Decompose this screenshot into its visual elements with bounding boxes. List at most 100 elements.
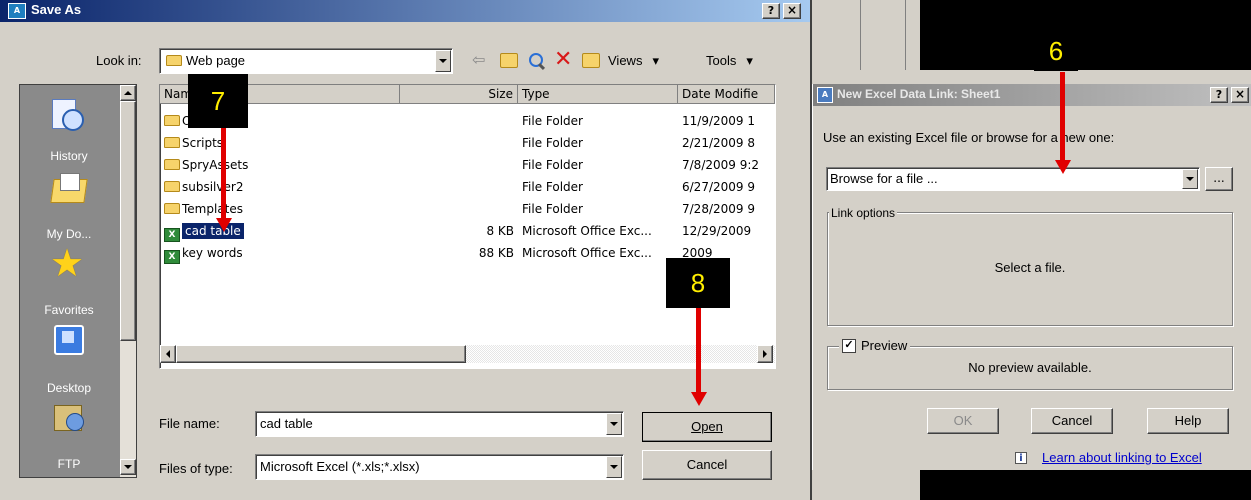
help-title-button[interactable]: ? xyxy=(762,3,780,19)
look-in-dropdown-button[interactable] xyxy=(435,50,451,72)
scroll-thumb[interactable] xyxy=(120,101,136,341)
file-list[interactable]: Name Size Type Date Modifie Old LinkFile… xyxy=(159,84,776,369)
file-name-cell[interactable]: Scripts xyxy=(164,132,400,154)
file-size-cell: 8 KB xyxy=(486,224,514,238)
cancel-button[interactable]: Cancel xyxy=(642,450,772,480)
chevron-up-icon xyxy=(124,91,132,95)
file-type-cell: File Folder xyxy=(522,202,583,216)
preview-checkbox-row[interactable]: ✓ Preview xyxy=(839,338,911,353)
info-icon: i xyxy=(1015,452,1027,464)
column-header-size[interactable]: Size xyxy=(400,85,518,104)
annotation-arrow-head xyxy=(691,392,707,406)
callout-8: 8 xyxy=(666,258,730,308)
browse-dropdown-button[interactable] xyxy=(1182,169,1198,189)
background-panel-dark xyxy=(920,0,1251,70)
search-web-icon[interactable] xyxy=(528,52,546,71)
data-link-instruction: Use an existing Excel file or browse for… xyxy=(823,130,1115,145)
preview-checkbox[interactable]: ✓ xyxy=(842,338,856,353)
save-as-title-bar[interactable]: A Save As ? × xyxy=(0,0,810,22)
data-link-title-bar[interactable]: A New Excel Data Link: Sheet1 ? × xyxy=(813,84,1251,106)
files-of-type-combobox[interactable]: Microsoft Excel (*.xls;*.xlsx) xyxy=(255,454,624,480)
views-button[interactable]: Views ▾ xyxy=(608,53,659,69)
file-name-text: subsilver2 xyxy=(182,180,244,194)
new-folder-icon[interactable] xyxy=(582,53,600,68)
scroll-right-button[interactable] xyxy=(757,345,773,363)
close-title-button[interactable]: × xyxy=(1231,87,1249,103)
places-favorites-label[interactable]: Favorites xyxy=(40,303,98,317)
places-ftp-label[interactable]: FTP xyxy=(40,457,98,471)
desktop-icon[interactable] xyxy=(54,325,88,355)
file-name-cell[interactable]: subsilver2 xyxy=(164,176,400,198)
places-my-documents-label[interactable]: My Do... xyxy=(34,227,104,241)
file-type-cell: File Folder xyxy=(522,180,583,194)
column-header-date[interactable]: Date Modifie xyxy=(678,85,775,104)
places-bar: History My Do... ★ Favorites Desktop FTP xyxy=(19,84,137,478)
dropdown-arrow-icon: ▾ xyxy=(746,53,753,68)
callout-6: 6 xyxy=(1034,31,1078,71)
learn-link[interactable]: Learn about linking to Excel xyxy=(1042,450,1202,465)
tools-label: Tools xyxy=(706,53,737,68)
help-button[interactable]: Help xyxy=(1147,408,1229,434)
file-name-combobox[interactable]: cad table xyxy=(255,411,624,437)
callout-7: 7 xyxy=(188,74,248,128)
file-name-cell[interactable]: Xkey words xyxy=(164,242,400,264)
file-name-cell[interactable]: Templates xyxy=(164,198,400,220)
cancel-button[interactable]: Cancel xyxy=(1031,408,1113,434)
files-of-type-value: Microsoft Excel (*.xls;*.xlsx) xyxy=(260,459,420,474)
chevron-down-icon xyxy=(1186,177,1194,181)
browse-ellipsis-button[interactable]: ... xyxy=(1205,167,1233,191)
chevron-down-icon xyxy=(610,465,618,469)
file-name-label: File name: xyxy=(159,416,220,431)
up-folder-icon[interactable] xyxy=(500,53,518,68)
file-list-hscrollbar[interactable] xyxy=(160,345,775,363)
file-row[interactable]: Old LinkFile Folder11/9/2009 1 xyxy=(160,110,775,132)
file-date-cell: 12/29/2009 xyxy=(682,224,752,238)
column-header-type[interactable]: Type xyxy=(518,85,678,104)
browse-file-value: Browse for a file ... xyxy=(830,171,938,186)
file-type-cell: File Folder xyxy=(522,114,583,128)
hscroll-thumb[interactable] xyxy=(176,345,466,363)
places-scroll: History My Do... ★ Favorites Desktop FTP xyxy=(20,85,120,477)
places-scrollbar[interactable] xyxy=(120,85,136,477)
browse-file-combobox[interactable]: Browse for a file ... xyxy=(826,167,1200,191)
folder-icon xyxy=(164,115,180,126)
scroll-down-button[interactable] xyxy=(120,459,136,475)
folder-icon xyxy=(164,181,180,192)
scroll-left-button[interactable] xyxy=(160,345,176,363)
chevron-right-icon xyxy=(763,350,767,358)
back-icon[interactable]: ⇦ xyxy=(472,52,490,68)
preview-label: Preview xyxy=(861,338,908,353)
ok-button[interactable]: OK xyxy=(927,408,999,434)
places-history-label[interactable]: History xyxy=(40,149,98,163)
ftp-icon[interactable] xyxy=(52,403,86,433)
file-row[interactable]: subsilver2 File Folder 6/27/2009 9 xyxy=(160,176,775,198)
look-in-value: Web page xyxy=(186,53,246,68)
open-button[interactable]: Open xyxy=(642,412,772,442)
folder-icon xyxy=(166,55,182,66)
annotation-arrow xyxy=(696,308,701,394)
views-label: Views xyxy=(608,53,643,68)
my-documents-icon[interactable] xyxy=(50,173,88,203)
file-name-cell[interactable]: Xcad table xyxy=(164,220,400,242)
history-icon[interactable] xyxy=(52,99,86,131)
close-title-button[interactable]: × xyxy=(783,3,801,19)
places-desktop-label[interactable]: Desktop xyxy=(40,381,98,395)
files-of-type-dropdown-button[interactable] xyxy=(606,456,622,478)
file-name-value[interactable]: cad table xyxy=(260,416,313,431)
delete-icon[interactable]: ✕ xyxy=(554,49,574,71)
file-name-text: key words xyxy=(182,246,243,260)
file-row[interactable]: SpryAssets File Folder 7/8/2009 9:2 xyxy=(160,154,775,176)
file-name-dropdown-button[interactable] xyxy=(606,413,622,435)
file-name-cell[interactable]: SpryAssets xyxy=(164,154,400,176)
file-row[interactable]: Xcad table 8 KB Microsoft Office Exc... 12/… xyxy=(160,220,775,242)
file-type-cell: Microsoft Office Exc... xyxy=(522,224,652,238)
tools-button[interactable]: Tools ▾ xyxy=(706,53,753,69)
look-in-combobox[interactable]: Web page xyxy=(159,48,453,74)
scroll-up-button[interactable] xyxy=(120,85,136,101)
file-name-text: Templates xyxy=(182,202,244,216)
file-row[interactable]: Scripts File Folder 2/21/2009 8 xyxy=(160,132,775,154)
file-row[interactable]: Templates File Folder 7/28/2009 9 xyxy=(160,198,775,220)
annotation-arrow xyxy=(221,128,226,220)
help-title-button[interactable]: ? xyxy=(1210,87,1228,103)
favorites-star-icon[interactable]: ★ xyxy=(50,244,84,282)
